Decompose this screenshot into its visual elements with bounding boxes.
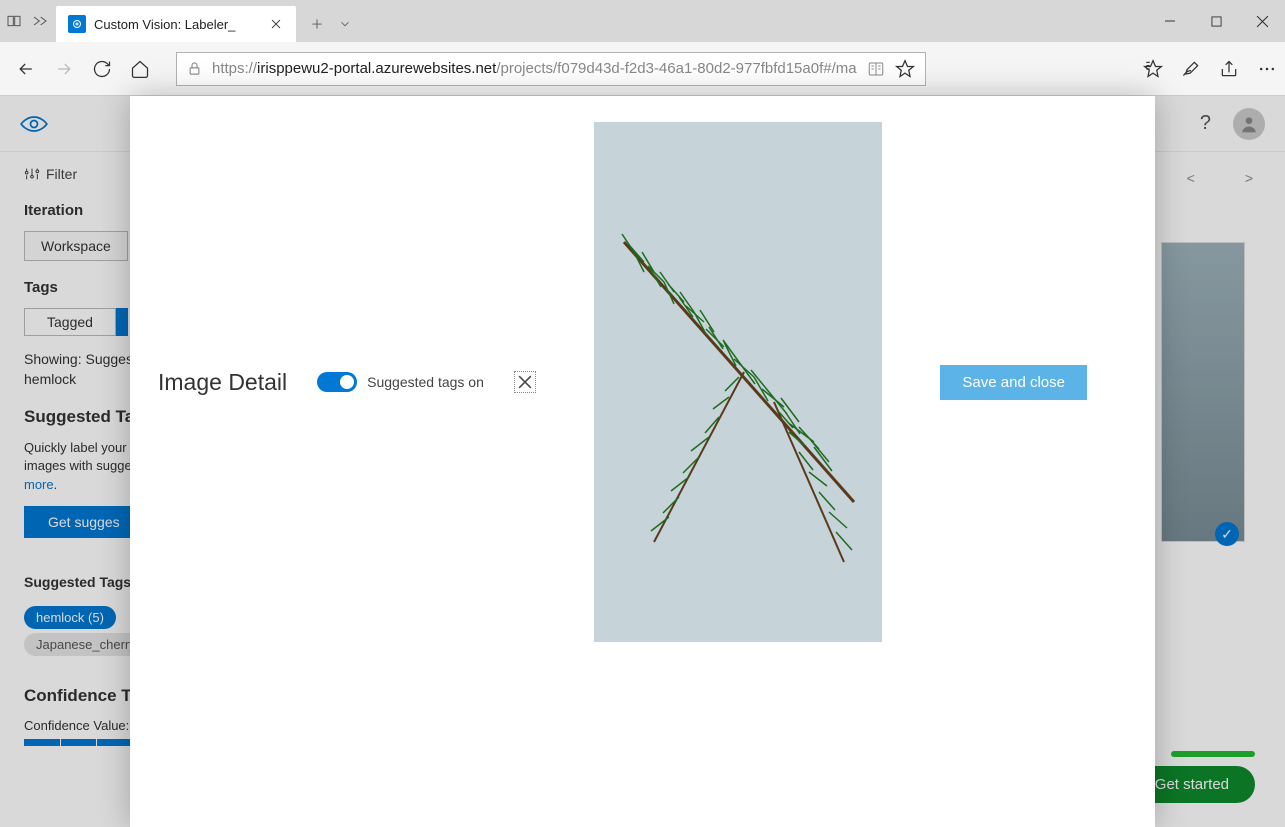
url-text[interactable]: https://irisppewu2-portal.azurewebsites.… (212, 60, 857, 77)
recent-icon[interactable] (32, 13, 48, 29)
modal-header: Image Detail Suggested tags on (130, 96, 1155, 660)
back-icon[interactable] (16, 59, 36, 79)
tab-actions (296, 6, 352, 42)
favorites-list-icon[interactable] (1143, 59, 1163, 79)
sidebar-toggle-icon[interactable] (6, 13, 22, 29)
modal-close-button[interactable] (514, 371, 536, 393)
tab-favicon-icon (68, 15, 86, 33)
hemlock-branch-icon (594, 122, 883, 642)
new-tab-icon[interactable] (310, 17, 324, 31)
modal-title: Image Detail (158, 369, 287, 396)
maximize-button[interactable] (1193, 0, 1239, 42)
titlebar-left (0, 0, 48, 42)
browser-toolbar: https://irisppewu2-portal.azurewebsites.… (0, 42, 1285, 96)
browser-titlebar: Custom Vision: Labeler_ (0, 0, 1285, 42)
more-icon[interactable] (1257, 59, 1277, 79)
window-close-button[interactable] (1239, 0, 1285, 42)
lock-icon (187, 61, 202, 76)
image-preview[interactable] (594, 122, 883, 642)
suggested-tags-toggle[interactable]: Suggested tags on (317, 372, 484, 392)
reader-icon[interactable] (867, 60, 885, 78)
save-and-close-button[interactable]: Save and close (940, 365, 1087, 400)
home-icon[interactable] (130, 59, 150, 79)
window-controls (1147, 0, 1285, 42)
modal-footer: Save and close (912, 347, 1115, 418)
chevron-down-icon[interactable] (338, 17, 352, 31)
notes-icon[interactable] (1181, 59, 1201, 79)
browser-tab[interactable]: Custom Vision: Labeler_ (56, 6, 296, 42)
toggle-label: Suggested tags on (367, 374, 484, 390)
toggle-switch[interactable] (317, 372, 357, 392)
close-icon[interactable] (268, 16, 284, 32)
image-detail-modal: Image Detail Suggested tags on (130, 96, 1155, 827)
minimize-button[interactable] (1147, 0, 1193, 42)
forward-icon[interactable] (54, 59, 74, 79)
address-bar[interactable]: https://irisppewu2-portal.azurewebsites.… (176, 52, 926, 86)
share-icon[interactable] (1219, 59, 1239, 79)
refresh-icon[interactable] (92, 59, 112, 79)
app-area: Labeler_IC_d ? < > Filter Iteration Work… (0, 96, 1285, 827)
favorite-icon[interactable] (895, 59, 915, 79)
image-preview-area (594, 122, 883, 642)
tab-title: Custom Vision: Labeler_ (94, 17, 260, 32)
